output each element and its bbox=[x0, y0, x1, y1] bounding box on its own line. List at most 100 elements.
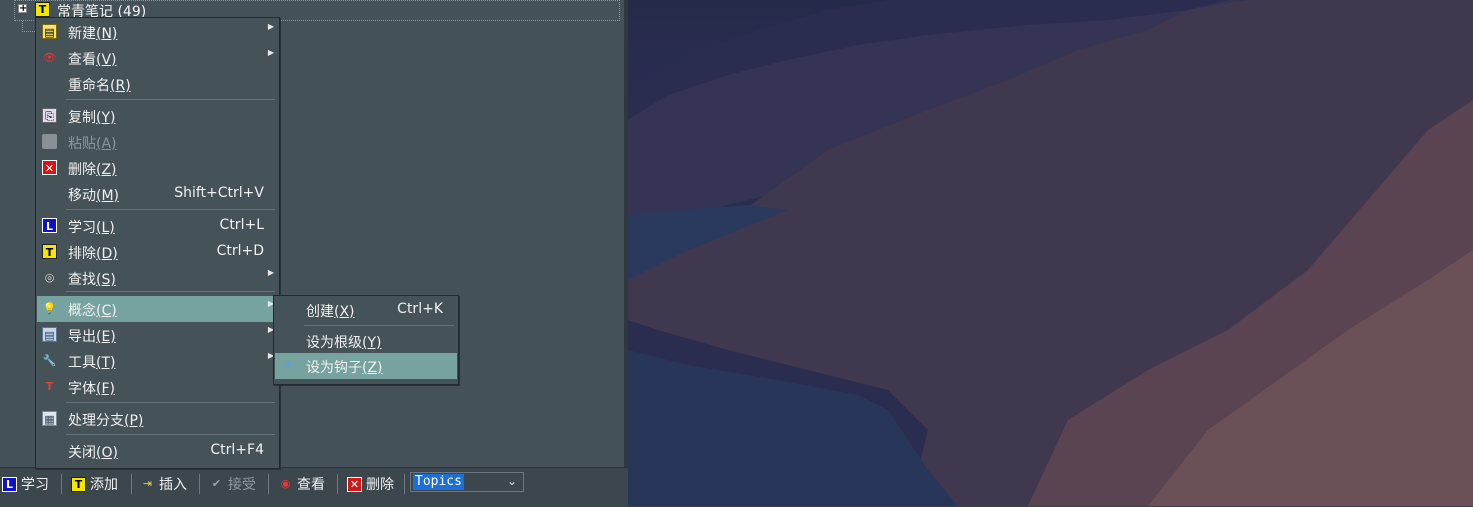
chevron-down-icon: ⌄ bbox=[506, 474, 517, 488]
menu-item-shortcut: Ctrl+L bbox=[219, 217, 264, 233]
submenu-item-label: 创建(X) bbox=[306, 304, 355, 320]
toolbar-separator bbox=[61, 474, 62, 494]
menu-item-label: 学习(L) bbox=[68, 220, 115, 236]
menu-item[interactable]: 👁 查看(V) ▶ bbox=[37, 45, 278, 71]
menu-item[interactable]: 重命名(R) bbox=[37, 71, 278, 97]
insert-button-label: 插入 bbox=[159, 477, 187, 493]
menu-item-label: 字体(F) bbox=[68, 381, 115, 397]
topics-dropdown[interactable]: Topics ⌄ bbox=[410, 472, 524, 492]
app-window: + T 常青笔记 (49) L 学习 T 添加 ⇥ 插入 ✔ 接受 ◉ 查看 ✕ 删除 bbox=[0, 0, 628, 507]
menu-item[interactable]: 关闭(O) Ctrl+F4 bbox=[37, 438, 278, 464]
menu-item: 粘贴(A) bbox=[37, 129, 278, 155]
delete-icon: ✕ bbox=[347, 476, 362, 492]
view-eye-icon: 👁 bbox=[42, 51, 57, 64]
menu-separator bbox=[66, 291, 275, 292]
menu-separator bbox=[66, 209, 275, 210]
menu-item-label: 概念(C) bbox=[68, 303, 117, 319]
accept-button[interactable]: ✔ 接受 bbox=[209, 474, 256, 494]
paste-icon bbox=[42, 134, 57, 149]
eye-icon: ◉ bbox=[280, 476, 291, 490]
menu-item[interactable]: ✕ 删除(Z) bbox=[37, 155, 278, 181]
bottom-toolbar: L 学习 T 添加 ⇥ 插入 ✔ 接受 ◉ 查看 ✕ 删除 bbox=[0, 467, 628, 507]
desktop-wallpaper bbox=[628, 0, 1473, 506]
submenu-item-shortcut: Ctrl+K bbox=[397, 301, 443, 317]
submenu-item[interactable]: 创建(X) Ctrl+K bbox=[275, 297, 457, 323]
expand-icon[interactable]: + bbox=[18, 4, 27, 14]
submenu-item[interactable]: 设为根级(Y) bbox=[275, 328, 457, 354]
menu-item[interactable]: ▤ 导出(E) ▶ bbox=[37, 322, 278, 348]
context-menu: ▤ 新建(N) ▶ 👁 查看(V) ▶ 重命名(R) ⎘ 复制(Y) 粘贴(A) ✕ 删除(Z) 移动(… bbox=[35, 17, 280, 469]
menu-item-label: 关闭(O) bbox=[68, 445, 118, 461]
menu-item-label: 查找(S) bbox=[68, 272, 116, 288]
delete-icon: ✕ bbox=[42, 160, 57, 175]
new-note-icon: ▤ bbox=[42, 24, 57, 39]
menu-item[interactable]: ▦ 处理分支(P) bbox=[37, 406, 278, 432]
delete-button-label: 删除 bbox=[366, 477, 394, 493]
delete-button[interactable]: ✕ 删除 bbox=[347, 474, 394, 494]
submenu-arrow-icon: ▶ bbox=[267, 268, 274, 277]
insert-icon: ⇥ bbox=[142, 476, 153, 490]
lightbulb-icon: 💡 bbox=[42, 302, 57, 315]
topic-icon: T bbox=[35, 2, 50, 17]
menu-separator bbox=[66, 99, 275, 100]
font-icon: T bbox=[45, 380, 54, 393]
menu-item-label: 复制(Y) bbox=[68, 110, 116, 126]
add-topic-icon: T bbox=[71, 476, 86, 492]
menu-item-label: 重命名(R) bbox=[68, 78, 131, 94]
menu-item[interactable]: 🔧 工具(T) ▶ bbox=[37, 348, 278, 374]
menu-item[interactable]: ◎ 查找(S) ▶ bbox=[37, 265, 278, 291]
wrench-icon: 🔧 bbox=[42, 354, 57, 367]
menu-item-label: 导出(E) bbox=[68, 329, 116, 345]
submenu-item-label: 设为钩子(Z) bbox=[306, 360, 383, 376]
menu-item[interactable]: T 字体(F) bbox=[37, 374, 278, 400]
menu-item[interactable]: T 排除(D) Ctrl+D bbox=[37, 239, 278, 265]
insert-button[interactable]: ⇥ 插入 bbox=[140, 474, 187, 494]
submenu-item[interactable]: ↺ 设为钩子(Z) bbox=[275, 353, 457, 379]
toolbar-separator bbox=[131, 474, 132, 494]
menu-item-label: 粘贴(A) bbox=[68, 136, 117, 152]
menu-item[interactable]: L 学习(L) Ctrl+L bbox=[37, 213, 278, 239]
learn-button[interactable]: L 学习 bbox=[2, 474, 49, 494]
menu-item[interactable]: 移动(M) Shift+Ctrl+V bbox=[37, 181, 278, 207]
submenu-arrow-icon: ▶ bbox=[267, 48, 274, 57]
menu-item-label: 删除(Z) bbox=[68, 162, 117, 178]
submenu-arrow-icon: ▶ bbox=[267, 22, 274, 31]
export-icon: ▤ bbox=[42, 327, 57, 342]
menu-item-label: 移动(M) bbox=[68, 188, 120, 204]
menu-item[interactable]: ⎘ 复制(Y) bbox=[37, 103, 278, 129]
accept-button-label: 接受 bbox=[228, 477, 256, 493]
toolbar-separator bbox=[199, 474, 200, 494]
menu-item-label: 查看(V) bbox=[68, 52, 117, 68]
view-button[interactable]: ◉ 查看 bbox=[278, 474, 325, 494]
menu-separator bbox=[66, 434, 275, 435]
menu-item-label: 工具(T) bbox=[68, 355, 116, 371]
menu-item[interactable]: 💡 概念(C) ▶ bbox=[37, 296, 278, 322]
hook-icon: ↺ bbox=[282, 359, 293, 372]
add-button[interactable]: T 添加 bbox=[71, 474, 118, 494]
toolbar-separator bbox=[404, 474, 405, 494]
checkmark-icon: ✔ bbox=[211, 476, 222, 490]
menu-item-label: 处理分支(P) bbox=[68, 413, 144, 429]
menu-item-shortcut: Ctrl+D bbox=[216, 243, 264, 259]
menu-item-label: 新建(N) bbox=[68, 26, 118, 42]
learn-button-label: 学习 bbox=[21, 477, 49, 493]
menu-separator bbox=[66, 402, 275, 403]
binoculars-icon: ◎ bbox=[44, 271, 55, 284]
submenu-item-label: 设为根级(Y) bbox=[306, 335, 382, 351]
menu-item-shortcut: Ctrl+F4 bbox=[210, 442, 264, 458]
branch-icon: ▦ bbox=[42, 411, 57, 426]
concept-submenu: 创建(X) Ctrl+K 设为根级(Y) ↺ 设为钩子(Z) bbox=[273, 295, 459, 385]
copy-icon: ⎘ bbox=[42, 108, 57, 123]
learn-L-icon: L bbox=[42, 218, 57, 233]
view-button-label: 查看 bbox=[297, 477, 325, 493]
tree-connector bbox=[22, 21, 35, 32]
learn-icon: L bbox=[2, 476, 17, 492]
window-border bbox=[624, 0, 628, 506]
menu-separator bbox=[304, 325, 454, 326]
toolbar-separator bbox=[337, 474, 338, 494]
menu-item[interactable]: ▤ 新建(N) ▶ bbox=[37, 19, 278, 45]
toolbar-separator bbox=[268, 474, 269, 494]
add-button-label: 添加 bbox=[90, 477, 118, 493]
topics-dropdown-value: Topics bbox=[413, 474, 464, 490]
menu-item-label: 排除(D) bbox=[68, 246, 118, 262]
